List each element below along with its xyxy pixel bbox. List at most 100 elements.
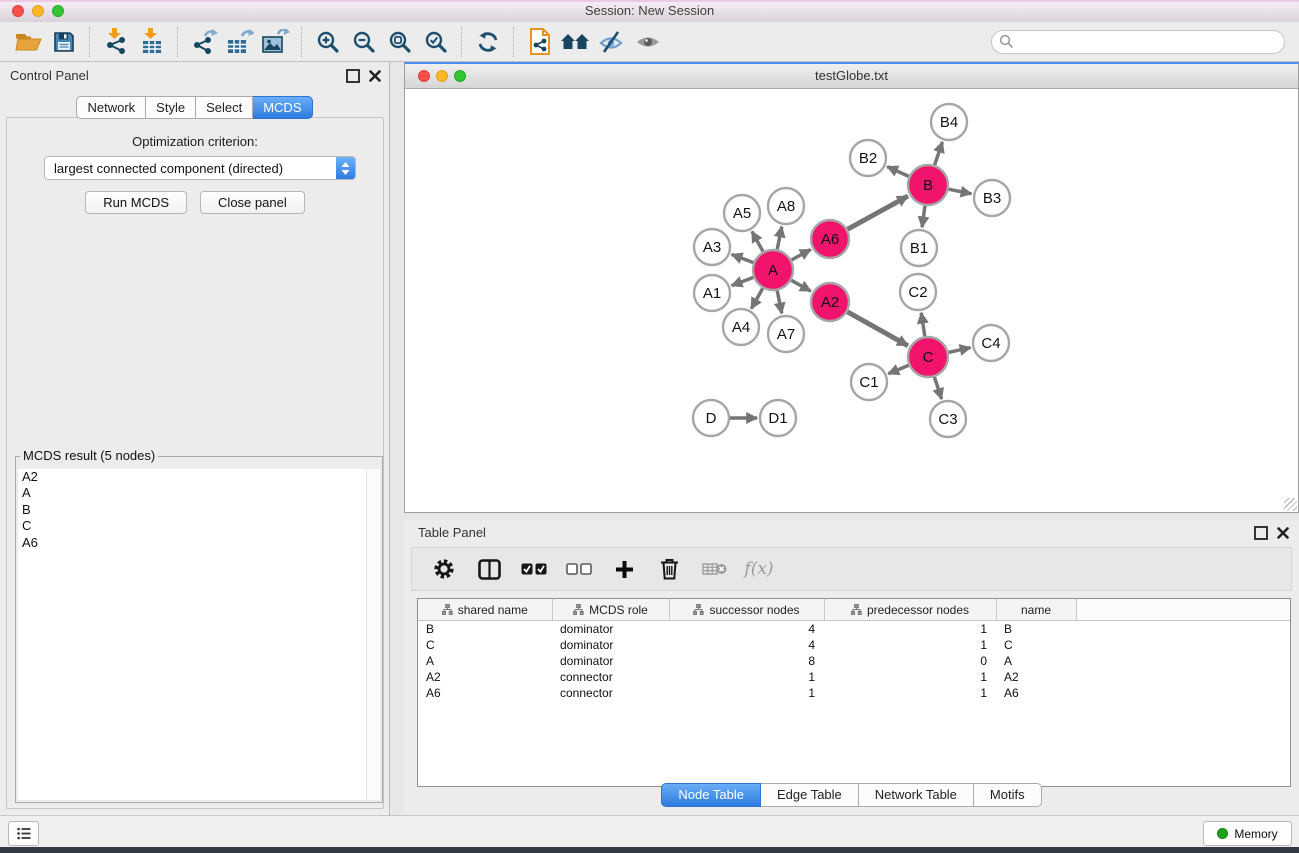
criterion-select[interactable]: largest connected component (directed) xyxy=(44,156,356,180)
graph-node-A4[interactable]: A4 xyxy=(723,309,759,345)
network-file-button[interactable] xyxy=(522,25,558,59)
graph-node-A3[interactable]: A3 xyxy=(694,229,730,265)
table-row[interactable]: Cdominator41C xyxy=(418,637,1290,653)
float-table-panel-icon[interactable] xyxy=(1254,526,1268,540)
graph-edge-A-A6[interactable] xyxy=(791,250,810,261)
cell-shared-name[interactable]: A2 xyxy=(418,669,552,685)
open-session-button[interactable] xyxy=(10,25,46,59)
cell-successor-nodes[interactable]: 8 xyxy=(669,653,824,669)
graph-edge-A2-C[interactable] xyxy=(847,312,908,346)
cell-predecessor-nodes[interactable]: 1 xyxy=(824,669,996,685)
graph-node-B3[interactable]: B3 xyxy=(974,180,1010,216)
cell-shared-name[interactable]: A6 xyxy=(418,685,552,701)
task-history-button[interactable] xyxy=(8,821,39,846)
cell-name[interactable]: A2 xyxy=(996,669,1076,685)
graph-edge-A-A5[interactable] xyxy=(752,231,763,251)
table-tab-network-table[interactable]: Network Table xyxy=(859,783,974,807)
graph-node-C[interactable]: C xyxy=(908,337,948,377)
zoom-fit-button[interactable] xyxy=(382,25,418,59)
cell-name[interactable]: A6 xyxy=(996,685,1076,701)
export-network-button[interactable] xyxy=(186,25,222,59)
graph-node-D1[interactable]: D1 xyxy=(760,400,796,436)
graph-node-A7[interactable]: A7 xyxy=(768,316,804,352)
search-input[interactable] xyxy=(1014,33,1277,50)
close-panel-button[interactable]: Close panel xyxy=(200,191,305,214)
graph-edge-B-B1[interactable] xyxy=(922,206,925,227)
graph-node-B4[interactable]: B4 xyxy=(931,104,967,140)
window-resize-grip[interactable] xyxy=(1284,498,1297,511)
result-item-a[interactable]: A xyxy=(18,485,380,501)
result-item-a6[interactable]: A6 xyxy=(18,535,380,551)
graph-node-B1[interactable]: B1 xyxy=(901,230,937,266)
graph-edge-A-A8[interactable] xyxy=(777,227,782,250)
show-graphics-details-button[interactable] xyxy=(630,25,666,59)
close-table-panel-icon[interactable] xyxy=(1277,527,1289,539)
cell-MCDS-role[interactable]: dominator xyxy=(552,637,669,653)
graph-edge-C-C3[interactable] xyxy=(934,377,941,399)
graph-node-C2[interactable]: C2 xyxy=(900,274,936,310)
graph-node-A1[interactable]: A1 xyxy=(694,275,730,311)
network-graph[interactable]: B4B2BB3A8A5A6A3B1AA1C2A2A4A7C4CC1C3DD1 xyxy=(405,89,1298,513)
graph-node-C1[interactable]: C1 xyxy=(851,364,887,400)
graph-node-D[interactable]: D xyxy=(693,400,729,436)
graph-edge-C-C4[interactable] xyxy=(949,348,971,353)
add-column-button[interactable] xyxy=(609,554,639,584)
zoom-in-button[interactable] xyxy=(310,25,346,59)
result-item-b[interactable]: B xyxy=(18,502,380,518)
cell-shared-name[interactable]: A xyxy=(418,653,552,669)
graph-node-C4[interactable]: C4 xyxy=(973,325,1009,361)
function-builder-button[interactable]: f(x) xyxy=(744,554,774,584)
hide-graphics-details-button[interactable] xyxy=(594,25,630,59)
control-tab-network[interactable]: Network xyxy=(76,96,146,119)
graph-node-A5[interactable]: A5 xyxy=(724,195,760,231)
welcome-screen-button[interactable] xyxy=(558,25,594,59)
graph-edge-B-B3[interactable] xyxy=(949,189,972,194)
graph-edge-A-A3[interactable] xyxy=(732,254,754,262)
memory-button[interactable]: Memory xyxy=(1203,821,1292,846)
graph-edge-A-A1[interactable] xyxy=(732,277,754,285)
graph-node-A6[interactable]: A6 xyxy=(811,220,849,258)
column-header-name[interactable]: name xyxy=(996,599,1076,621)
graph-edge-B-B2[interactable] xyxy=(887,167,909,177)
cell-MCDS-role[interactable]: connector xyxy=(552,669,669,685)
cell-MCDS-role[interactable]: dominator xyxy=(552,621,669,638)
zoom-selected-button[interactable] xyxy=(418,25,454,59)
cell-successor-nodes[interactable]: 4 xyxy=(669,621,824,638)
import-network-from-file-button[interactable] xyxy=(98,25,134,59)
graph-node-A[interactable]: A xyxy=(753,250,793,290)
cell-predecessor-nodes[interactable]: 1 xyxy=(824,621,996,638)
column-header-successor-nodes[interactable]: successor nodes xyxy=(669,599,824,621)
control-tab-select[interactable]: Select xyxy=(196,96,253,119)
control-tab-mcds[interactable]: MCDS xyxy=(253,96,312,119)
table-tab-motifs[interactable]: Motifs xyxy=(974,783,1042,807)
zoom-out-button[interactable] xyxy=(346,25,382,59)
network-window-titlebar[interactable]: testGlobe.txt xyxy=(405,64,1298,89)
graph-edge-C-C2[interactable] xyxy=(921,313,925,336)
graph-edge-B-B4[interactable] xyxy=(935,142,943,165)
column-header-predecessor-nodes[interactable]: predecessor nodes xyxy=(824,599,996,621)
cell-predecessor-nodes[interactable]: 1 xyxy=(824,637,996,653)
run-mcds-button[interactable]: Run MCDS xyxy=(85,191,187,214)
cell-name[interactable]: C xyxy=(996,637,1076,653)
table-row[interactable]: Bdominator41B xyxy=(418,621,1290,638)
cell-shared-name[interactable]: B xyxy=(418,621,552,638)
graph-node-B2[interactable]: B2 xyxy=(850,140,886,176)
import-table-from-file-button[interactable] xyxy=(134,25,170,59)
table-row[interactable]: Adominator80A xyxy=(418,653,1290,669)
cell-shared-name[interactable]: C xyxy=(418,637,552,653)
table-row[interactable]: A2connector11A2 xyxy=(418,669,1290,685)
node-table[interactable]: shared nameMCDS rolesuccessor nodesprede… xyxy=(418,599,1290,701)
cell-successor-nodes[interactable]: 1 xyxy=(669,685,824,701)
mcds-result-list[interactable]: A2ABCA6 xyxy=(18,469,380,800)
column-header-MCDS-role[interactable]: MCDS role xyxy=(552,599,669,621)
cell-name[interactable]: B xyxy=(996,621,1076,638)
network-canvas[interactable]: B4B2BB3A8A5A6A3B1AA1C2A2A4A7C4CC1C3DD1 xyxy=(405,89,1298,512)
result-list-scrollbar[interactable] xyxy=(366,469,380,800)
cell-MCDS-role[interactable]: connector xyxy=(552,685,669,701)
graph-node-C3[interactable]: C3 xyxy=(930,401,966,437)
graph-edge-A-A7[interactable] xyxy=(777,291,782,314)
refresh-network-view-button[interactable] xyxy=(470,25,506,59)
cell-MCDS-role[interactable]: dominator xyxy=(552,653,669,669)
toggle-column-view-button[interactable] xyxy=(474,554,504,584)
close-panel-icon[interactable] xyxy=(369,70,381,82)
